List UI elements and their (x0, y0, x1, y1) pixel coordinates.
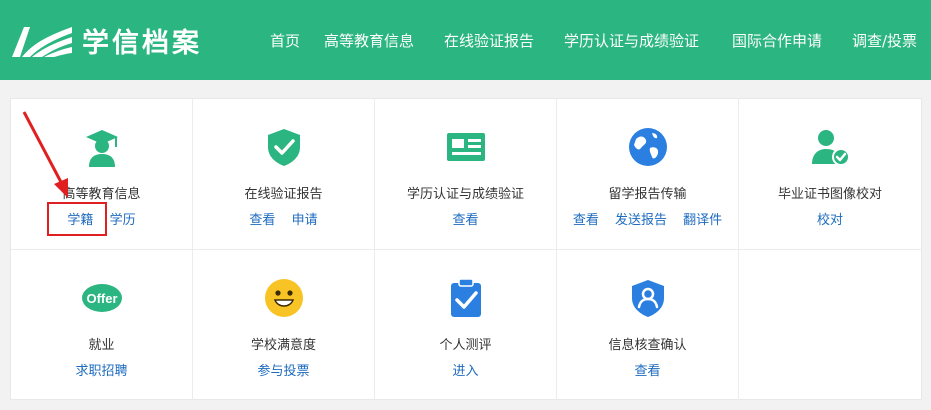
service-employment: Offer 就业 求职招聘 (11, 250, 193, 401)
nav-higher-education[interactable]: 高等教育信息 (324, 30, 414, 51)
link-degree[interactable]: 学历 (110, 213, 136, 228)
link-view[interactable]: 查看 (634, 364, 660, 379)
link-view[interactable]: 查看 (573, 213, 599, 228)
user-check-icon[interactable] (810, 127, 850, 167)
link-apply[interactable]: 申请 (292, 213, 318, 228)
service-title[interactable]: 学校满意度 (193, 334, 374, 353)
globe-icon[interactable] (628, 127, 668, 167)
link-job-search[interactable]: 求职招聘 (75, 364, 127, 379)
link-translation[interactable]: 翻译件 (683, 213, 722, 228)
header-bar: 学信档案 首页 高等教育信息 在线验证报告 学历认证与成绩验证 国际合作申请 调… (0, 0, 931, 80)
service-certification: 学历认证与成绩验证 查看 (375, 99, 557, 250)
shield-user-icon[interactable] (628, 278, 668, 318)
services-panel: 高等教育信息 学籍 学历 在线验证报告 查看 申请 学历认证与成绩验证 查看 留… (10, 98, 922, 401)
service-study-abroad: 留学报告传输 查看 发送报告 翻译件 (557, 99, 739, 250)
service-title[interactable]: 信息核查确认 (557, 334, 738, 353)
service-title[interactable]: 个人测评 (375, 334, 556, 353)
service-title[interactable]: 学历认证与成绩验证 (375, 183, 556, 202)
link-vote[interactable]: 参与投票 (257, 364, 309, 379)
service-certificate-check: 毕业证书图像校对 校对 (739, 99, 921, 250)
logo-icon[interactable] (10, 17, 74, 59)
svg-text:Offer: Offer (86, 291, 117, 306)
nav-survey[interactable]: 调查/投票 (852, 30, 917, 51)
service-online-report: 在线验证报告 查看 申请 (193, 99, 375, 250)
id-card-icon[interactable] (446, 127, 486, 167)
annotation-arrow-icon (22, 111, 68, 198)
link-view[interactable]: 查看 (249, 213, 275, 228)
nav-international[interactable]: 国际合作申请 (732, 30, 822, 51)
service-title[interactable]: 就业 (11, 334, 192, 353)
service-title[interactable]: 留学报告传输 (557, 183, 738, 202)
graduate-icon[interactable] (82, 127, 122, 167)
service-title[interactable]: 毕业证书图像校对 (739, 183, 921, 202)
offer-icon[interactable]: Offer (81, 278, 122, 318)
service-assessment: 个人测评 进入 (375, 250, 557, 401)
service-title[interactable]: 在线验证报告 (193, 183, 374, 202)
nav-online-verification[interactable]: 在线验证报告 (444, 30, 534, 51)
empty-cell (739, 250, 921, 401)
link-view[interactable]: 查看 (452, 213, 478, 228)
nav-degree-certification[interactable]: 学历认证与成绩验证 (564, 30, 699, 51)
link-enter[interactable]: 进入 (452, 364, 478, 379)
shield-check-icon[interactable] (264, 127, 304, 167)
annotation-highlight-box (47, 202, 107, 236)
link-send-report[interactable]: 发送报告 (615, 213, 667, 228)
smiley-icon[interactable] (264, 278, 304, 318)
brand-title[interactable]: 学信档案 (82, 21, 202, 60)
link-proofread[interactable]: 校对 (817, 213, 843, 228)
service-satisfaction: 学校满意度 参与投票 (193, 250, 375, 401)
nav-home[interactable]: 首页 (270, 30, 300, 51)
service-info-verification: 信息核查确认 查看 (557, 250, 739, 401)
clipboard-check-icon[interactable] (446, 278, 486, 318)
